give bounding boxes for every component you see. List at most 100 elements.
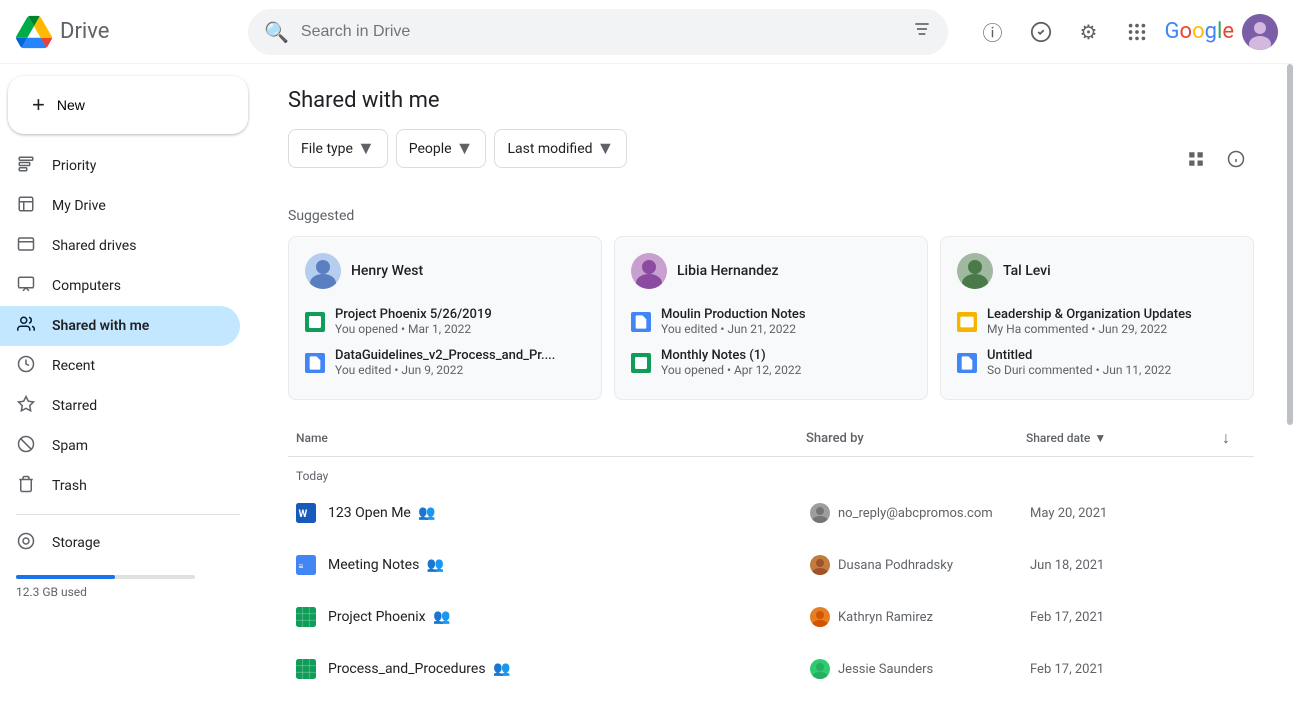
person-name-2: Tal Levi [1003,263,1051,279]
shared-indicator-2: 👥 [433,609,450,625]
shared-by-1: Dusana Podhradsky [810,555,1030,575]
card-file-1-1[interactable]: Monthly Notes (1) You opened • Apr 12, 2… [631,342,911,383]
scrollbar-track[interactable] [1286,64,1294,720]
support-icon[interactable]: ⓘ [973,12,1013,52]
shared-with-me-icon [16,315,36,338]
file-row-2[interactable]: Project Phoenix 👥 Kathryn Ramirez Feb 17… [288,591,1254,643]
file-row-0[interactable]: W 123 Open Me 👥 no_reply@abcpromos.com M… [288,487,1254,539]
col-header-shared-date[interactable]: Shared date ▼ [1026,431,1206,445]
docs-icon-1-0 [631,312,651,332]
apps-icon[interactable] [1117,12,1157,52]
settings-icon[interactable]: ⚙ [1069,12,1109,52]
filter-chip-people[interactable]: People ▼ [396,129,487,168]
filename-1: Meeting Notes 👥 [328,557,444,573]
shared-indicator-0: 👥 [418,505,435,521]
sidebar-item-shared-drives[interactable]: Shared drives [0,226,240,266]
starred-icon [16,395,36,418]
sidebar-item-shared-with-me[interactable]: Shared with me [0,306,240,346]
col-header-shared-by: Shared by [806,431,1026,446]
drive-logo-icon [16,14,52,50]
suggested-card-0[interactable]: Henry West Project Phoenix 5/26/2019 You… [288,236,602,400]
shared-by-avatar-3 [810,659,830,679]
shared-date-0: May 20, 2021 [1030,506,1210,521]
sidebar-item-starred[interactable]: Starred [0,386,240,426]
scrollbar-thumb[interactable] [1287,64,1293,425]
sidebar-label-priority: Priority [52,158,96,174]
topbar-right: ⓘ ⚙ Google [973,12,1278,52]
card-file-2-1[interactable]: Untitled So Duri commented • Jun 11, 202… [957,342,1237,383]
trash-icon [16,475,36,498]
filter-row: File type ▼ People ▼ Last modified ▼ [288,129,627,168]
sidebar-item-trash[interactable]: Trash [0,466,240,506]
file-meta-2-0: My Ha commented • Jun 29, 2022 [987,322,1237,336]
suggested-card-2[interactable]: Tal Levi Leadership & Organization Updat… [940,236,1254,400]
storage-info: 12.3 GB used [0,563,256,611]
file-meta-0-0: You opened • Mar 1, 2022 [335,322,585,336]
storage-used-text: 12.3 GB used [16,585,87,599]
priority-icon [16,155,36,178]
new-button-label: New [57,97,85,113]
search-input[interactable] [301,23,900,41]
filter-filetype-label: File type [301,141,353,157]
user-avatar[interactable] [1242,14,1278,50]
sheets-icon-1-1 [631,353,651,373]
shared-by-avatar-2 [810,607,830,627]
filter-icon[interactable] [912,19,932,44]
sidebar-item-priority[interactable]: Priority [0,146,240,186]
file-info-1-0: Moulin Production Notes You edited • Jun… [661,307,911,336]
filetype-chevron-icon: ▼ [357,138,375,159]
card-file-2-0[interactable]: Leadership & Organization Updates My Ha … [957,301,1237,342]
sidebar-item-computers[interactable]: Computers [0,266,240,306]
shared-date-3: Feb 17, 2021 [1030,662,1210,677]
file-meta-2-1: So Duri commented • Jun 11, 2022 [987,363,1237,377]
grid-view-button[interactable] [1178,141,1214,177]
new-button[interactable]: + New [8,76,248,134]
app-title: Drive [60,19,109,44]
file-row-1[interactable]: ≡ Meeting Notes 👥 Dusana Podhradsky Jun … [288,539,1254,591]
file-info-1-1: Monthly Notes (1) You opened • Apr 12, 2… [661,348,911,377]
card-file-0-0[interactable]: Project Phoenix 5/26/2019 You opened • M… [305,301,585,342]
shared-indicator-3: 👥 [493,661,510,677]
person-avatar-1 [631,253,667,289]
filter-people-label: People [409,141,452,157]
sidebar-item-recent[interactable]: Recent [0,346,240,386]
sort-arrow-icon[interactable]: ↓ [1222,428,1230,448]
filename-3: Process_and_Procedures 👥 [328,661,510,677]
shared-by-0: no_reply@abcpromos.com [810,503,1030,523]
sidebar-item-storage[interactable]: Storage [0,523,240,563]
card-file-0-1[interactable]: DataGuidelines_v2_Process_and_Pr.... You… [305,342,585,383]
list-header: Name Shared by Shared date ▼ ↓ [288,428,1254,457]
filter-chip-lastmodified[interactable]: Last modified ▼ [494,129,627,168]
search-bar[interactable]: 🔍 [248,9,948,55]
suggested-card-1[interactable]: Libia Hernandez Moulin Production Notes … [614,236,928,400]
sidebar-item-my-drive[interactable]: My Drive [0,186,240,226]
my-drive-icon [16,195,36,218]
file-meta-1-0: You edited • Jun 21, 2022 [661,322,911,336]
sidebar-item-spam[interactable]: Spam [0,426,240,466]
sidebar-divider [16,514,240,515]
date-group-today: Today [288,457,1254,487]
file-name-0-1: DataGuidelines_v2_Process_and_Pr.... [335,348,585,363]
checked-icon[interactable] [1021,12,1061,52]
shared-by-2: Kathryn Ramirez [810,607,1030,627]
file-info-0-0: Project Phoenix 5/26/2019 You opened • M… [335,307,585,336]
filter-chip-filetype[interactable]: File type ▼ [288,129,388,168]
file-row-3[interactable]: Process_and_Procedures 👥 Jessie Saunders… [288,643,1254,695]
file-info-0-1: DataGuidelines_v2_Process_and_Pr.... You… [335,348,585,377]
card-file-1-0[interactable]: Moulin Production Notes You edited • Jun… [631,301,911,342]
svg-text:W: W [299,509,308,520]
person-name-0: Henry West [351,263,423,279]
card-person-0: Henry West [305,253,585,289]
file-name-1-0: Moulin Production Notes [661,307,911,322]
topbar: Drive 🔍 ⓘ ⚙ G [0,0,1294,64]
file-info-2-1: Untitled So Duri commented • Jun 11, 202… [987,348,1237,377]
shared-indicator-1: 👥 [427,557,444,573]
main-content: Shared with me File type ▼ People ▼ Last… [256,64,1286,720]
people-chevron-icon: ▼ [456,138,474,159]
sidebar-label-shared-with-me: Shared with me [52,318,149,334]
spam-icon [16,435,36,458]
info-button[interactable] [1218,141,1254,177]
suggested-grid: Henry West Project Phoenix 5/26/2019 You… [288,236,1254,400]
filter-header: File type ▼ People ▼ Last modified ▼ [288,129,1254,188]
shared-by-3: Jessie Saunders [810,659,1030,679]
